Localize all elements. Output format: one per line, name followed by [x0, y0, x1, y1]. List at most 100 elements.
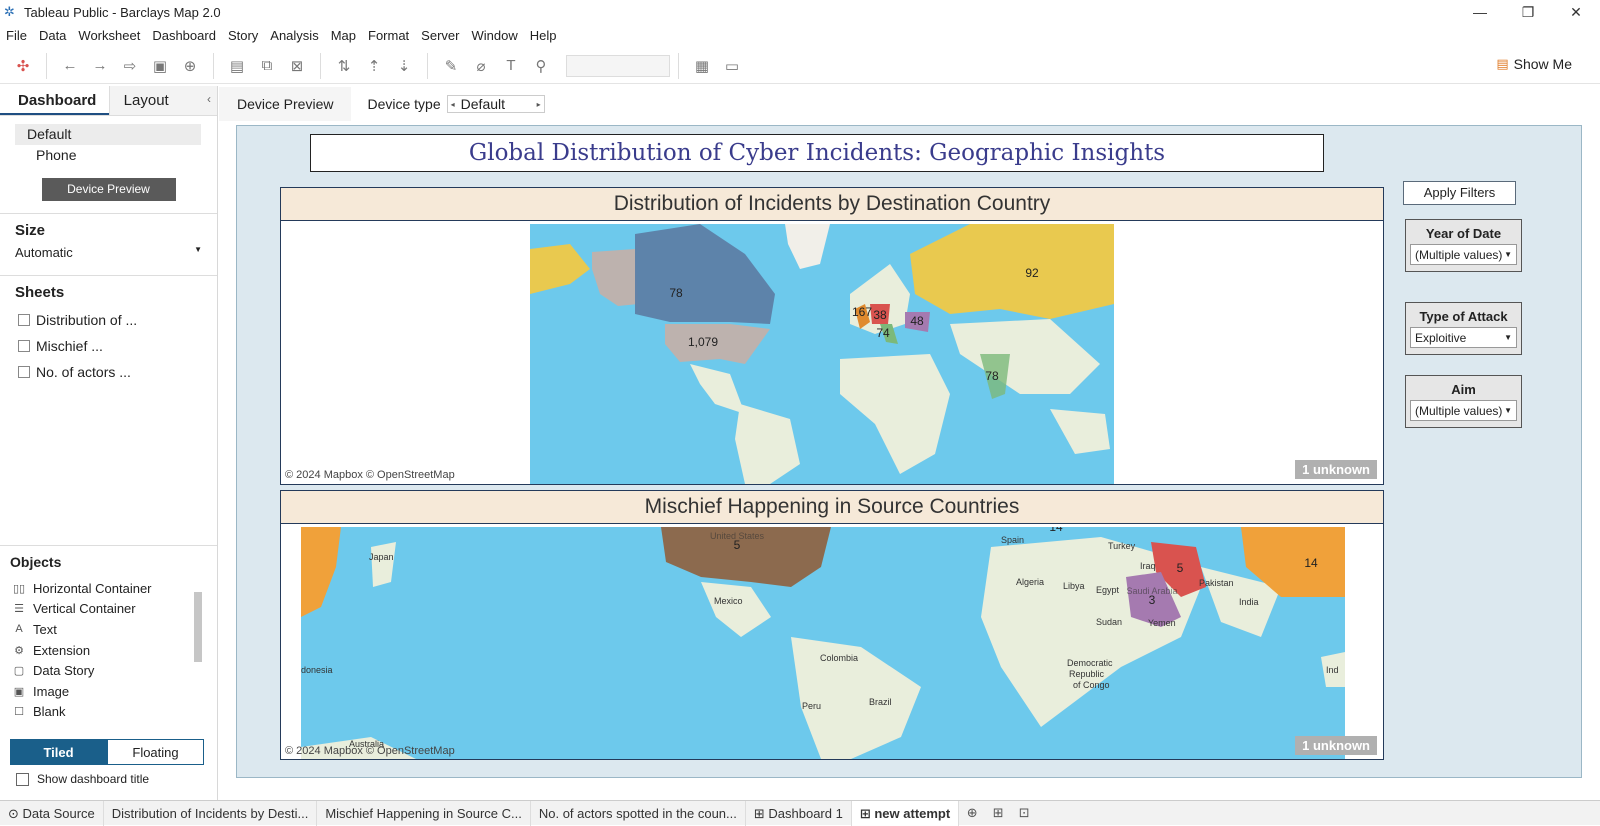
- close-button[interactable]: ✕: [1552, 0, 1600, 24]
- tableau-logo-icon: ✲: [4, 4, 15, 19]
- filter-year-select[interactable]: (Multiple values) ▼: [1410, 244, 1517, 265]
- swap-icon[interactable]: ⇅: [331, 53, 357, 79]
- floating-button[interactable]: Floating: [107, 739, 204, 765]
- menu-window[interactable]: Window: [465, 28, 523, 43]
- size-title: Size: [15, 222, 46, 239]
- device-preview-tab[interactable]: Device Preview: [219, 87, 352, 121]
- place-indonesia: donesia: [301, 665, 333, 675]
- save-icon[interactable]: ▣: [147, 53, 173, 79]
- duplicate-sheet-icon[interactable]: ⧉: [254, 53, 280, 79]
- menu-worksheet[interactable]: Worksheet: [72, 28, 146, 43]
- data-story-icon: ▢: [13, 665, 25, 678]
- group-icon[interactable]: ⌀: [468, 53, 494, 79]
- tab-dashboard[interactable]: Dashboard: [0, 86, 109, 115]
- object-blank[interactable]: ☐ Blank: [0, 702, 217, 723]
- menu-data[interactable]: Data: [33, 28, 72, 43]
- place-iraq: Iraq: [1140, 561, 1156, 571]
- replay-icon[interactable]: ⇨: [117, 53, 143, 79]
- object-text[interactable]: A Text: [0, 619, 217, 640]
- object-horizontal-container[interactable]: ▯▯ Horizontal Container: [0, 578, 217, 599]
- objects-scrollbar[interactable]: [193, 574, 203, 720]
- show-title-checkbox[interactable]: [16, 772, 29, 786]
- label-russia: 92: [1025, 266, 1039, 280]
- device-preview-button[interactable]: Device Preview: [41, 178, 176, 201]
- place-india: India: [1239, 597, 1259, 607]
- new-dashboard-tab-icon[interactable]: ⊞: [985, 805, 1011, 821]
- filter-aim-title: Aim: [1451, 382, 1476, 397]
- sort-asc-icon[interactable]: ⇡: [361, 53, 387, 79]
- new-worksheet-tab-icon[interactable]: ⊕: [959, 805, 985, 821]
- menu-story[interactable]: Story: [222, 28, 264, 43]
- menu-server[interactable]: Server: [415, 28, 465, 43]
- menu-file[interactable]: File: [0, 28, 33, 43]
- new-story-tab-icon[interactable]: ⊡: [1011, 805, 1037, 821]
- object-image[interactable]: ▣ Image: [0, 681, 217, 702]
- menu-map[interactable]: Map: [325, 28, 362, 43]
- highlight-icon[interactable]: ✎: [438, 53, 464, 79]
- place-sudan: Sudan: [1096, 617, 1122, 627]
- tab-new-attempt[interactable]: ⊞ new attempt: [851, 800, 960, 826]
- new-worksheet-icon[interactable]: ▤: [224, 53, 250, 79]
- menu-format[interactable]: Format: [362, 28, 415, 43]
- destination-map[interactable]: 78 1,079 92 167 38 74 48 78: [530, 224, 1114, 484]
- object-data-story[interactable]: ▢ Data Story: [0, 660, 217, 681]
- tab-sheet-destination[interactable]: Distribution of Incidents by Desti...: [104, 800, 318, 826]
- sort-desc-icon[interactable]: ⇣: [391, 53, 417, 79]
- fit-dropdown[interactable]: [566, 54, 670, 77]
- tableau-home-icon[interactable]: ✣: [10, 53, 36, 79]
- tab-sheet-mischief[interactable]: Mischief Happening in Source C...: [317, 800, 531, 826]
- pin-icon[interactable]: ⚲: [528, 53, 554, 79]
- filter-attack-select[interactable]: Exploitive ▼: [1410, 327, 1517, 348]
- presentation-icon[interactable]: ▭: [719, 53, 745, 79]
- sheet-tab-bar: ⊙ Data Source Distribution of Incidents …: [0, 800, 1600, 826]
- sheet-item[interactable]: Distribution of ...: [0, 307, 217, 333]
- apply-filters-button[interactable]: Apply Filters: [1403, 181, 1516, 205]
- objects-title: Objects: [10, 554, 62, 570]
- worksheet-icon: [18, 340, 30, 352]
- tab-dashboard-1[interactable]: ⊞ Dashboard 1: [746, 800, 852, 826]
- device-default[interactable]: Default: [15, 124, 201, 145]
- dashboard-title: Global Distribution of Cyber Incidents: …: [310, 134, 1324, 172]
- device-phone[interactable]: Phone: [0, 145, 217, 166]
- tab-sheet-actors[interactable]: No. of actors spotted in the coun...: [531, 800, 746, 826]
- filter-year: Year of Date (Multiple values) ▼: [1405, 219, 1522, 272]
- tiled-button[interactable]: Tiled: [10, 739, 107, 765]
- menu-analysis[interactable]: Analysis: [264, 28, 324, 43]
- new-datasource-icon[interactable]: ⊕: [177, 53, 203, 79]
- tab-data-source[interactable]: ⊙ Data Source: [0, 800, 104, 826]
- label-uk: 167: [852, 305, 872, 319]
- place-saudi-faint: Saudi Arabia: [1126, 586, 1177, 596]
- sheet-source-map[interactable]: Mischief Happening in Source Countries 5…: [280, 490, 1384, 760]
- place-drc-1: Democratic: [1067, 658, 1113, 668]
- show-me-icon: ▤: [1496, 56, 1509, 71]
- sheet-item[interactable]: No. of actors ...: [0, 359, 217, 385]
- menu-help[interactable]: Help: [524, 28, 563, 43]
- label-icon[interactable]: T: [498, 53, 524, 79]
- undo-icon[interactable]: ←: [57, 53, 83, 79]
- redo-icon[interactable]: →: [87, 53, 113, 79]
- map2-unknown-badge[interactable]: 1 unknown: [1295, 736, 1377, 755]
- show-cards-icon[interactable]: ▦: [689, 53, 715, 79]
- object-extension[interactable]: ⚙ Extension: [0, 640, 217, 661]
- filter-attack-title: Type of Attack: [1419, 309, 1508, 324]
- place-brazil: Brazil: [869, 697, 892, 707]
- tab-layout[interactable]: Layout: [108, 86, 217, 115]
- clear-sheet-icon[interactable]: ⊠: [284, 53, 310, 79]
- sheet-destination-map[interactable]: Distribution of Incidents by Destination…: [280, 187, 1384, 485]
- show-me-button[interactable]: ▤ Show Me: [1496, 56, 1572, 72]
- destination-map-svg: 78 1,079 92 167 38 74 48 78: [530, 224, 1114, 484]
- minimize-button[interactable]: —: [1456, 0, 1504, 24]
- sheet-item[interactable]: Mischief ...: [0, 333, 217, 359]
- object-vertical-container[interactable]: ☰ Vertical Container: [0, 599, 217, 620]
- size-select[interactable]: Automatic ▼: [0, 239, 217, 260]
- map2-attribution: © 2024 Mapbox © OpenStreetMap: [285, 745, 455, 757]
- map1-unknown-badge[interactable]: 1 unknown: [1295, 460, 1377, 479]
- source-map[interactable]: 5 5 3 14 14 United States Saudi Arabia J…: [301, 527, 1345, 759]
- place-drc-3: of Congo: [1073, 680, 1110, 690]
- restore-button[interactable]: ❐: [1504, 0, 1552, 24]
- device-type-select[interactable]: ◂ Default ▸: [446, 95, 545, 113]
- filter-aim-select[interactable]: (Multiple values) ▼: [1410, 400, 1517, 421]
- menu-dashboard[interactable]: Dashboard: [146, 28, 222, 43]
- collapse-icon[interactable]: ‹: [207, 92, 211, 106]
- place-drc-2: Republic: [1069, 669, 1105, 679]
